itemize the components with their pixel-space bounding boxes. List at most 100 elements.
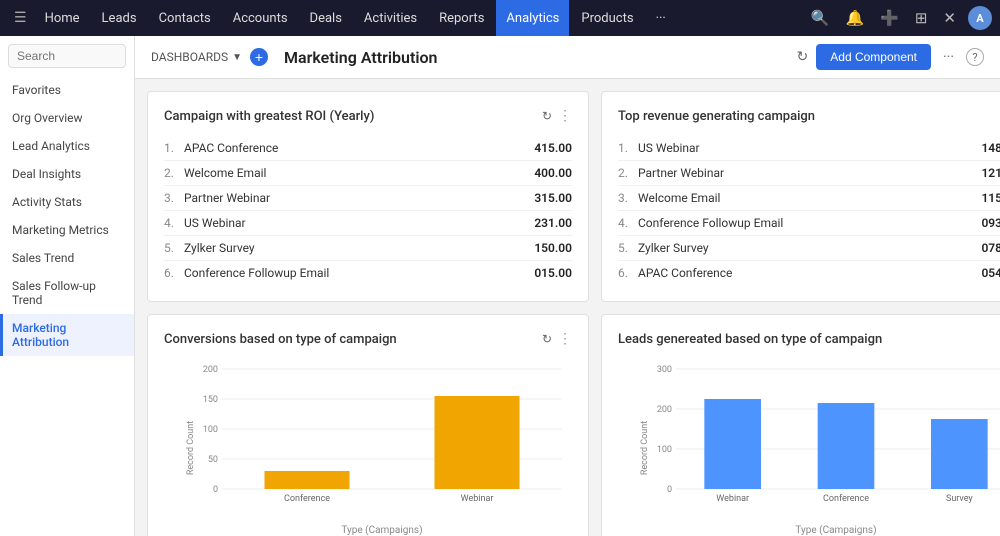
bell-icon[interactable]: 🔔 bbox=[841, 7, 868, 29]
search-icon[interactable]: 🔍 bbox=[807, 7, 834, 29]
list-item: 6. Conference Followup Email 015.00 bbox=[164, 261, 572, 285]
list-num: 2. bbox=[164, 166, 184, 180]
conversions-chart: Record Count 050100150200ConferenceWebin… bbox=[164, 359, 572, 536]
avatar[interactable]: A bbox=[968, 6, 992, 30]
list-value: 400.00 bbox=[534, 166, 572, 180]
nav-activities[interactable]: Activities bbox=[354, 0, 427, 36]
sidebar-item-sales-followup[interactable]: Sales Follow-up Trend bbox=[0, 272, 134, 314]
list-value: 415.00 bbox=[534, 141, 572, 155]
list-num: 3. bbox=[164, 191, 184, 205]
sidebar-item-marketing-attribution[interactable]: Marketing Attribution bbox=[0, 314, 134, 356]
list-item: 5. Zylker Survey 150.00 bbox=[164, 236, 572, 261]
nav-home[interactable]: Home bbox=[35, 0, 90, 36]
nav-contacts[interactable]: Contacts bbox=[149, 0, 221, 36]
nav-reports[interactable]: Reports bbox=[429, 0, 494, 36]
menu-icon[interactable]: ☰ bbox=[8, 6, 33, 30]
list-item: 2. Partner Webinar 1210.00 bbox=[618, 161, 1000, 186]
list-item: 5. Zylker Survey 0780.00 bbox=[618, 236, 1000, 261]
page-title: Marketing Attribution bbox=[284, 48, 789, 67]
list-value: 1150.00 bbox=[981, 191, 1000, 205]
add-component-button[interactable]: Add Component bbox=[816, 44, 931, 70]
svg-text:200: 200 bbox=[203, 365, 218, 375]
list-value: 0780.00 bbox=[981, 241, 1000, 255]
conversions-refresh-icon[interactable]: ↻ bbox=[542, 332, 552, 346]
svg-text:50: 50 bbox=[208, 455, 218, 465]
sidebar-item-deal-insights[interactable]: Deal Insights bbox=[0, 160, 134, 188]
svg-text:100: 100 bbox=[203, 425, 218, 435]
svg-text:Webinar: Webinar bbox=[461, 494, 494, 504]
svg-text:Webinar: Webinar bbox=[716, 494, 749, 504]
list-name: US Webinar bbox=[638, 141, 981, 155]
leads-svg: 0100200300WebinarConferenceSurvey bbox=[646, 359, 1000, 519]
add-icon[interactable]: ➕ bbox=[876, 7, 903, 29]
roi-card: Campaign with greatest ROI (Yearly) ↻ ⋮ … bbox=[147, 91, 589, 302]
list-num: 1. bbox=[164, 141, 184, 155]
list-num: 3. bbox=[618, 191, 638, 205]
svg-text:0: 0 bbox=[213, 485, 218, 495]
dashboard-grid: Campaign with greatest ROI (Yearly) ↻ ⋮ … bbox=[135, 79, 1000, 536]
svg-text:Survey: Survey bbox=[946, 494, 973, 504]
top-nav: ☰ Home Leads Contacts Accounts Deals Act… bbox=[0, 0, 1000, 36]
conversions-more-icon[interactable]: ⋮ bbox=[558, 331, 572, 347]
help-button[interactable]: ? bbox=[966, 48, 984, 66]
nav-deals[interactable]: Deals bbox=[300, 0, 352, 36]
leads-card-title: Leads genereated based on type of campai… bbox=[618, 332, 1000, 347]
sidebar-item-lead-analytics[interactable]: Lead Analytics bbox=[0, 132, 134, 160]
revenue-card-header: Top revenue generating campaign ⋮ bbox=[618, 108, 1000, 124]
list-name: Welcome Email bbox=[184, 166, 534, 180]
nav-analytics[interactable]: Analytics bbox=[496, 0, 569, 36]
svg-text:Conference: Conference bbox=[284, 494, 330, 504]
svg-text:100: 100 bbox=[657, 445, 672, 455]
nav-leads[interactable]: Leads bbox=[92, 0, 147, 36]
svg-text:Conference: Conference bbox=[823, 494, 869, 504]
leads-card-header: Leads genereated based on type of campai… bbox=[618, 331, 1000, 347]
more-options-icon[interactable]: ··· bbox=[939, 45, 958, 69]
leads-y-label: Record Count bbox=[640, 420, 650, 474]
list-num: 1. bbox=[618, 141, 638, 155]
sidebar-search-container bbox=[0, 36, 134, 76]
roi-more-icon[interactable]: ⋮ bbox=[558, 108, 572, 124]
leads-chart: Record Count 0100200300WebinarConference… bbox=[618, 359, 1000, 536]
leads-x-label: Type (Campaigns) bbox=[646, 525, 1000, 536]
list-num: 5. bbox=[618, 241, 638, 255]
toolbar-right: ↻ Add Component ··· ? bbox=[797, 44, 984, 70]
list-num: 4. bbox=[164, 216, 184, 230]
list-name: Welcome Email bbox=[638, 191, 981, 205]
list-name: Partner Webinar bbox=[638, 166, 981, 180]
list-value: 0931.00 bbox=[981, 216, 1000, 230]
dashboards-label: DASHBOARDS ▼ bbox=[151, 50, 242, 64]
nav-accounts[interactable]: Accounts bbox=[223, 0, 298, 36]
list-num: 6. bbox=[618, 266, 638, 280]
conversions-y-label: Record Count bbox=[186, 420, 196, 474]
apps-icon[interactable]: ⊞ bbox=[911, 7, 932, 29]
layout: Favorites Org Overview Lead Analytics De… bbox=[0, 36, 1000, 536]
roi-refresh-icon[interactable]: ↻ bbox=[542, 109, 552, 123]
list-num: 5. bbox=[164, 241, 184, 255]
toolbar: DASHBOARDS ▼ + Marketing Attribution ↻ A… bbox=[135, 36, 1000, 79]
conversions-svg: 050100150200ConferenceWebinar bbox=[192, 359, 572, 519]
list-item: 6. APAC Conference 0545.00 bbox=[618, 261, 1000, 285]
sidebar-item-sales-trend[interactable]: Sales Trend bbox=[0, 244, 134, 272]
list-item: 2. Welcome Email 400.00 bbox=[164, 161, 572, 186]
list-item: 1. APAC Conference 415.00 bbox=[164, 136, 572, 161]
main-content: DASHBOARDS ▼ + Marketing Attribution ↻ A… bbox=[135, 36, 1000, 536]
list-item: 3. Partner Webinar 315.00 bbox=[164, 186, 572, 211]
refresh-icon[interactable]: ↻ bbox=[797, 49, 809, 65]
nav-products[interactable]: Products bbox=[571, 0, 643, 36]
revenue-list: 1. US Webinar 1480.00 2. Partner Webinar… bbox=[618, 136, 1000, 285]
sidebar-item-org-overview[interactable]: Org Overview bbox=[0, 104, 134, 132]
list-value: 315.00 bbox=[534, 191, 572, 205]
close-icon[interactable]: ✕ bbox=[939, 7, 960, 29]
list-item: 4. US Webinar 231.00 bbox=[164, 211, 572, 236]
sidebar-item-marketing-metrics[interactable]: Marketing Metrics bbox=[0, 216, 134, 244]
sidebar-item-favorites[interactable]: Favorites bbox=[0, 76, 134, 104]
list-name: US Webinar bbox=[184, 216, 534, 230]
nav-more[interactable]: ··· bbox=[646, 0, 676, 36]
sidebar-item-activity-stats[interactable]: Activity Stats bbox=[0, 188, 134, 216]
add-dashboard-button[interactable]: + bbox=[250, 48, 268, 66]
list-name: APAC Conference bbox=[184, 141, 534, 155]
list-value: 1210.00 bbox=[981, 166, 1000, 180]
svg-text:0: 0 bbox=[667, 485, 672, 495]
search-input[interactable] bbox=[8, 44, 126, 68]
list-value: 150.00 bbox=[534, 241, 572, 255]
